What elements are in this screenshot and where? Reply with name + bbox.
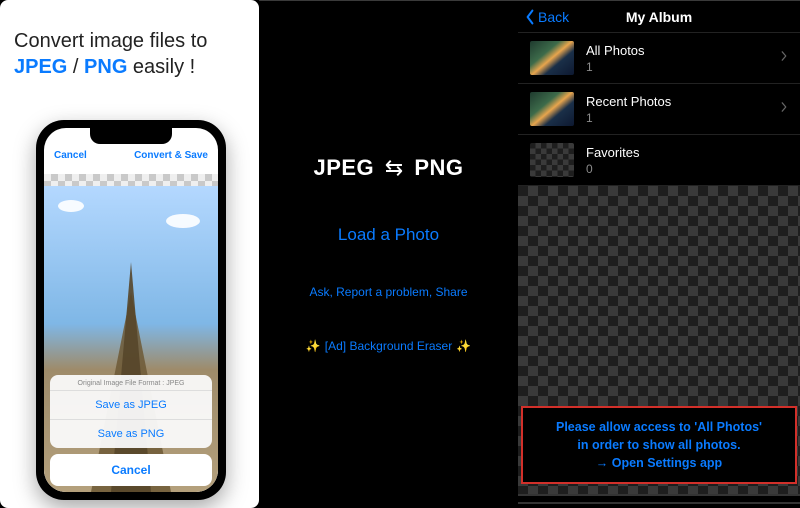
album-row[interactable]: All Photos 1 [518,33,800,84]
load-photo-button[interactable]: Load a Photo [338,225,439,245]
album-row-text: Recent Photos 1 [586,94,671,125]
back-button[interactable]: Back [524,9,569,25]
warning-line-2: in order to show all photos. [529,436,789,454]
album-row[interactable]: Favorites 0 [518,135,800,186]
headline-text-post: easily ! [127,56,195,78]
permission-warning[interactable]: Please allow access to 'All Photos' in o… [521,406,797,484]
sparkle-icon: ✨ [456,339,471,353]
title-png: PNG [414,155,463,180]
save-as-png-button[interactable]: Save as PNG [50,419,212,448]
headline-sep: / [67,56,84,78]
album-row-count: 0 [586,162,639,176]
warning-line-3: → Open Settings app [529,454,789,472]
swap-arrows-icon: ⇆ [385,155,404,180]
album-thumbnail-empty-icon [530,143,574,177]
action-sheet-title: Original Image File Format : JPEG [50,375,212,390]
album-list: All Photos 1 Recent Photos 1 Favorites 0 [518,33,800,186]
headline-text-pre: Convert image files to [14,30,207,52]
album-title: My Album [626,9,692,25]
album-thumbnail-photo-icon [530,92,574,126]
chevron-right-icon [780,49,788,67]
editor-nav: Cancel Convert & Save [44,150,218,161]
action-sheet-card: Original Image File Format : JPEG Save a… [50,375,212,448]
app-home-panel: JPEG ⇆ PNG Load a Photo Ask, Report a pr… [259,0,518,508]
album-row-text: All Photos 1 [586,43,645,74]
headline-png: PNG [84,56,127,78]
marketing-headline: Convert image files to JPEG / PNG easily… [0,0,259,80]
album-nav: Back My Album [518,1,800,33]
album-row-title: Favorites [586,145,639,160]
cloud-icon [166,214,200,228]
sparkle-icon: ✨ [306,339,321,353]
album-row[interactable]: Recent Photos 1 [518,84,800,135]
action-sheet: Original Image File Format : JPEG Save a… [44,369,218,492]
album-thumbnail-photo-icon [530,41,574,75]
phone-screen: Cancel Convert & Save Original Image Fil… [44,128,218,492]
action-sheet-cancel-button[interactable]: Cancel [50,454,212,486]
back-label: Back [538,9,569,25]
title-jpeg: JPEG [313,155,374,180]
cloud-icon [58,200,84,212]
support-links[interactable]: Ask, Report a problem, Share [309,285,467,299]
album-row-title: All Photos [586,43,645,58]
footer-divider [518,494,800,508]
ad-link[interactable]: ✨ [Ad] Background Eraser ✨ [302,339,475,353]
album-row-count: 1 [586,111,671,125]
album-row-text: Favorites 0 [586,145,639,176]
marketing-panel: Convert image files to JPEG / PNG easily… [0,0,259,508]
album-row-count: 1 [586,60,645,74]
headline-jpeg: JPEG [14,56,67,78]
phone-mockup: Cancel Convert & Save Original Image Fil… [36,120,226,500]
ad-text: [Ad] Background Eraser [325,339,452,353]
warning-line-1: Please allow access to 'All Photos' [529,418,789,436]
editor-cancel-button[interactable]: Cancel [54,150,87,161]
chevron-left-icon [524,9,536,25]
phone-notch-icon [90,128,172,144]
save-as-jpeg-button[interactable]: Save as JPEG [50,390,212,419]
chevron-right-icon [780,100,788,118]
album-picker-panel: Back My Album All Photos 1 Recent Photos 1 F… [518,0,800,508]
album-row-title: Recent Photos [586,94,671,109]
app-title: JPEG ⇆ PNG [313,155,463,181]
editor-convert-button[interactable]: Convert & Save [134,150,208,161]
